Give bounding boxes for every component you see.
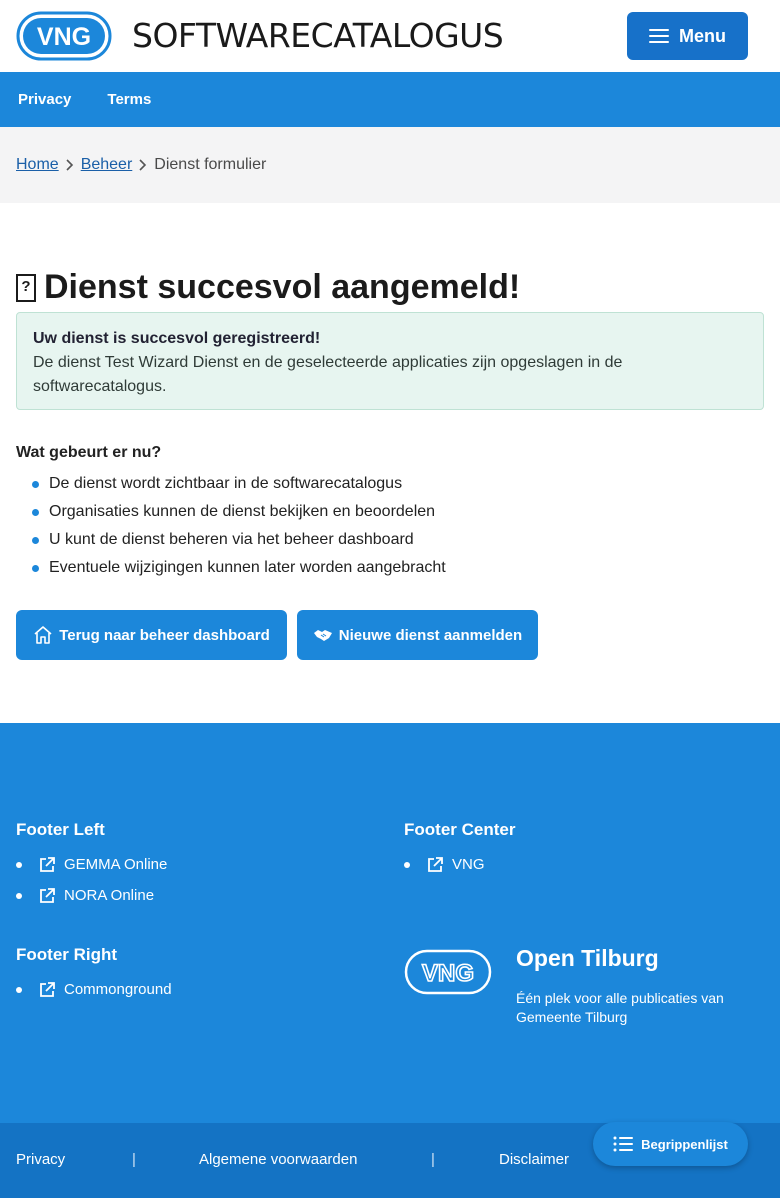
- bullet-icon: [32, 480, 39, 488]
- bottom-separator: |: [431, 1151, 435, 1168]
- new-service-button[interactable]: Nieuwe dienst aanmelden: [297, 610, 538, 660]
- page-title-text: Dienst succesvol aangemeld!: [44, 268, 521, 306]
- breadcrumb: Home Beheer Dienst formulier: [0, 127, 780, 203]
- bullet-icon: [404, 861, 410, 868]
- footer-center-title: Footer Center: [404, 820, 516, 839]
- bullet-icon: [32, 508, 39, 516]
- chevron-right-icon: [132, 156, 154, 174]
- bottom-link-terms[interactable]: Algemene voorwaarden: [199, 1151, 357, 1168]
- bullet-icon: [16, 892, 22, 899]
- alert-title: Uw dienst is succesvol geregistreerd!: [33, 330, 321, 347]
- list-item: NORA Online: [16, 880, 167, 911]
- bullet-icon: [32, 564, 39, 572]
- begrippenlijst-button[interactable]: Begrippenlijst: [593, 1122, 748, 1166]
- missing-glyph-icon: ?: [16, 273, 36, 302]
- site-header: VNG SOFTWARECATALOGUS Menu: [0, 0, 780, 72]
- footer-link-nora[interactable]: NORA Online: [64, 887, 154, 904]
- bottom-separator: |: [132, 1151, 136, 1168]
- alert-body: De dienst Test Wizard Dienst en de gesel…: [33, 354, 623, 395]
- list-item: De dienst wordt zichtbaar in de software…: [32, 470, 446, 498]
- hamburger-icon: [649, 29, 669, 43]
- footer-link-gemma[interactable]: GEMMA Online: [64, 856, 167, 873]
- bullet-icon: [16, 861, 22, 868]
- home-icon: [34, 626, 52, 644]
- vng-footer-logo[interactable]: VNG: [404, 949, 492, 995]
- breadcrumb-beheer[interactable]: Beheer: [81, 156, 133, 174]
- menu-button[interactable]: Menu: [627, 12, 748, 60]
- footer-right-title: Footer Right: [16, 945, 118, 964]
- nav-link-terms[interactable]: Terms: [107, 91, 151, 108]
- next-steps-list: De dienst wordt zichtbaar in de software…: [32, 470, 446, 582]
- site-footer: Footer Left GEMMA Online NORA Online Foo…: [0, 723, 780, 1123]
- nav-link-privacy[interactable]: Privacy: [18, 91, 71, 108]
- back-to-dashboard-label: Terug naar beheer dashboard: [59, 626, 270, 644]
- site-brand[interactable]: SOFTWARECATALOGUS: [132, 14, 504, 58]
- chevron-right-icon: [59, 156, 81, 174]
- external-link-icon: [428, 856, 443, 872]
- list-item: GEMMA Online: [16, 849, 167, 880]
- new-service-label: Nieuwe dienst aanmelden: [338, 626, 523, 644]
- handshake-icon: [313, 630, 332, 641]
- breadcrumb-current: Dienst formulier: [154, 156, 267, 173]
- svg-text:VNG: VNG: [37, 23, 91, 51]
- next-steps-heading: Wat gebeurt er nu?: [16, 444, 162, 461]
- begrippenlijst-label: Begrippenlijst: [641, 1136, 728, 1152]
- breadcrumb-home[interactable]: Home: [16, 156, 59, 174]
- footer-left-title: Footer Left: [16, 820, 105, 839]
- footer-link-commonground[interactable]: Commonground: [64, 981, 172, 998]
- footer-link-vng[interactable]: VNG: [452, 856, 485, 873]
- org-subtitle: Één plek voor alle publicaties van Gemee…: [516, 990, 724, 1025]
- external-link-icon: [40, 981, 55, 997]
- list-item: Eventuele wijzigingen kunnen later worde…: [32, 554, 446, 582]
- list-item: Organisaties kunnen de dienst bekijken e…: [32, 498, 446, 526]
- list-item: VNG: [404, 849, 485, 880]
- external-link-icon: [40, 856, 55, 872]
- bottom-link-privacy[interactable]: Privacy: [16, 1151, 65, 1168]
- list-item: U kunt de dienst beheren via het beheer …: [32, 526, 446, 554]
- bullet-icon: [32, 536, 39, 544]
- svg-text:VNG: VNG: [422, 960, 474, 987]
- external-link-icon: [40, 887, 55, 903]
- footer-center-links: VNG: [404, 849, 485, 880]
- footer-right-links: Commonground: [16, 974, 172, 1005]
- vng-logo[interactable]: VNG: [16, 11, 112, 61]
- footer-left-links: GEMMA Online NORA Online: [16, 849, 167, 911]
- list-icon: [613, 1136, 634, 1152]
- success-alert: Uw dienst is succesvol geregistreerd! De…: [16, 312, 764, 410]
- menu-button-label: Menu: [679, 25, 726, 46]
- back-to-dashboard-button[interactable]: Terug naar beheer dashboard: [16, 610, 287, 660]
- org-title: Open Tilburg: [516, 945, 659, 971]
- page-title: ? Dienst succesvol aangemeld!: [16, 268, 520, 307]
- list-item: Commonground: [16, 974, 172, 1005]
- top-nav: Privacy Terms: [0, 72, 780, 127]
- bottom-link-disclaimer[interactable]: Disclaimer: [499, 1151, 569, 1168]
- bullet-icon: [16, 986, 22, 993]
